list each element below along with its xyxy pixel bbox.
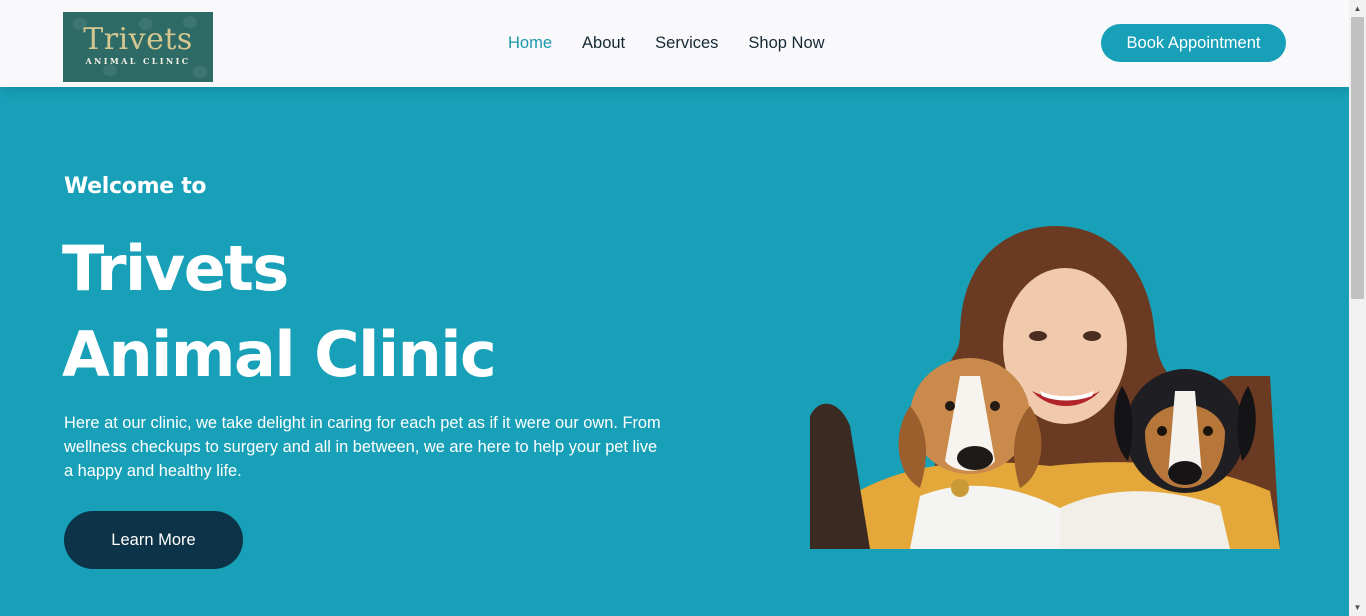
clinic-logo[interactable]: Trivets ANIMAL CLINIC [63,12,213,82]
nav-shop-now[interactable]: Shop Now [748,32,824,54]
scroll-down-arrow-icon[interactable]: ▼ [1349,599,1366,616]
page-scrollbar[interactable]: ▲ ▼ [1349,0,1366,616]
hero-description: Here at our clinic, we take delight in c… [64,414,661,480]
hero-eyebrow: Welcome to [64,174,207,199]
woman-with-two-beagles-photo [810,226,1280,549]
nav-home[interactable]: Home [508,32,552,54]
nav-about[interactable]: About [582,32,625,54]
logo-subtitle: ANIMAL CLINIC [85,56,191,66]
nav-services[interactable]: Services [655,32,718,54]
book-appointment-button[interactable]: Book Appointment [1101,24,1286,62]
site-header: Trivets ANIMAL CLINIC Home About Service… [0,0,1349,87]
learn-more-button[interactable]: Learn More [64,511,243,569]
logo-title: Trivets [83,22,193,57]
scroll-thumb[interactable] [1351,17,1364,299]
scroll-up-arrow-icon[interactable]: ▲ [1349,0,1366,17]
main-nav: Home About Services Shop Now [508,32,855,54]
hero-title: Trivets Animal Clinic [62,232,497,391]
